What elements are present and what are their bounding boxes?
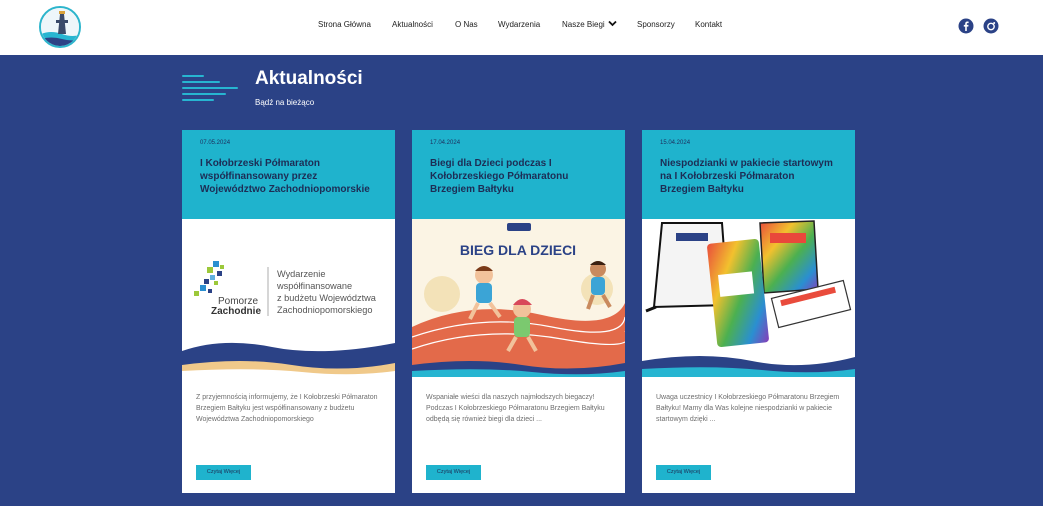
card-header: 17.04.2024 Biegi dla Dzieci podczas I Ko… bbox=[412, 130, 625, 219]
card-title[interactable]: I Kołobrzeski Półmaraton współfinansowan… bbox=[200, 157, 377, 196]
card-date: 15.04.2024 bbox=[660, 140, 691, 146]
nav-home[interactable]: Strona Główna bbox=[318, 20, 371, 29]
news-card[interactable]: 15.04.2024 Niespodzianki w pakiecie star… bbox=[642, 130, 855, 493]
read-more-button[interactable]: Czytaj Więcej bbox=[426, 465, 481, 480]
site-header: Strona Główna Aktualności O Nas Wydarzen… bbox=[0, 0, 1043, 55]
card-image[interactable] bbox=[642, 219, 855, 377]
nav-contact[interactable]: Kontakt bbox=[695, 20, 722, 29]
facebook-icon[interactable] bbox=[958, 18, 974, 34]
page-subtitle: Bądź na bieżąco bbox=[255, 98, 315, 107]
news-card[interactable]: 07.05.2024 I Kołobrzeski Półmaraton wspó… bbox=[182, 130, 395, 493]
instagram-icon[interactable] bbox=[983, 18, 999, 34]
nav-our-runs-label: Nasze Biegi bbox=[562, 20, 605, 29]
card-excerpt: Z przyjemnością informujemy, że I Kołobr… bbox=[196, 394, 378, 423]
nav-news[interactable]: Aktualności bbox=[392, 20, 433, 29]
svg-text:z budżetu Województwa: z budżetu Województwa bbox=[277, 293, 377, 303]
card-date: 07.05.2024 bbox=[200, 140, 231, 146]
svg-text:BIEG DLA DZIECI: BIEG DLA DZIECI bbox=[460, 242, 576, 258]
card-image[interactable]: BIEG DLA DZIECI bbox=[412, 219, 625, 377]
read-more-button[interactable]: Czytaj Więcej bbox=[196, 465, 251, 480]
rainbow-buff-icon bbox=[707, 238, 769, 348]
title-decoration bbox=[182, 75, 240, 101]
read-more-button[interactable]: Czytaj Więcej bbox=[656, 465, 711, 480]
card-title[interactable]: Niespodzianki w pakiecie startowym na I … bbox=[660, 157, 837, 196]
nav-our-runs[interactable]: Nasze Biegi bbox=[562, 20, 617, 29]
chevron-down-icon bbox=[608, 20, 617, 29]
svg-text:Wydarzenie: Wydarzenie bbox=[277, 269, 325, 279]
card-date: 17.04.2024 bbox=[430, 140, 461, 146]
card-header: 07.05.2024 I Kołobrzeski Półmaraton wspó… bbox=[182, 130, 395, 219]
card-excerpt: Uwaga uczestnicy I Kołobrzeskiego Półmar… bbox=[656, 394, 840, 423]
svg-text:współfinansowane: współfinansowane bbox=[276, 281, 352, 291]
rainbow-bag-icon bbox=[759, 220, 819, 294]
page-title: Aktualności bbox=[255, 68, 363, 89]
card-header: 15.04.2024 Niespodzianki w pakiecie star… bbox=[642, 130, 855, 219]
main-nav: Strona Główna Aktualności O Nas Wydarzen… bbox=[0, 20, 1043, 34]
nav-about[interactable]: O Nas bbox=[455, 20, 478, 29]
svg-text:Zachodnie: Zachodnie bbox=[211, 306, 261, 317]
card-excerpt: Wspaniałe wieści dla naszych najmłodszyc… bbox=[426, 394, 605, 423]
card-image[interactable]: Pomorze Zachodnie Wydarzenie współfinans… bbox=[182, 219, 395, 377]
news-card[interactable]: 17.04.2024 Biegi dla Dzieci podczas I Ko… bbox=[412, 130, 625, 493]
svg-text:Zachodniopomorskiego: Zachodniopomorskiego bbox=[277, 305, 373, 315]
nav-sponsors[interactable]: Sponsorzy bbox=[637, 20, 675, 29]
event-logo-icon bbox=[507, 223, 531, 231]
nav-events[interactable]: Wydarzenia bbox=[498, 20, 540, 29]
card-title[interactable]: Biegi dla Dzieci podczas I Kołobrzeskieg… bbox=[430, 157, 607, 196]
